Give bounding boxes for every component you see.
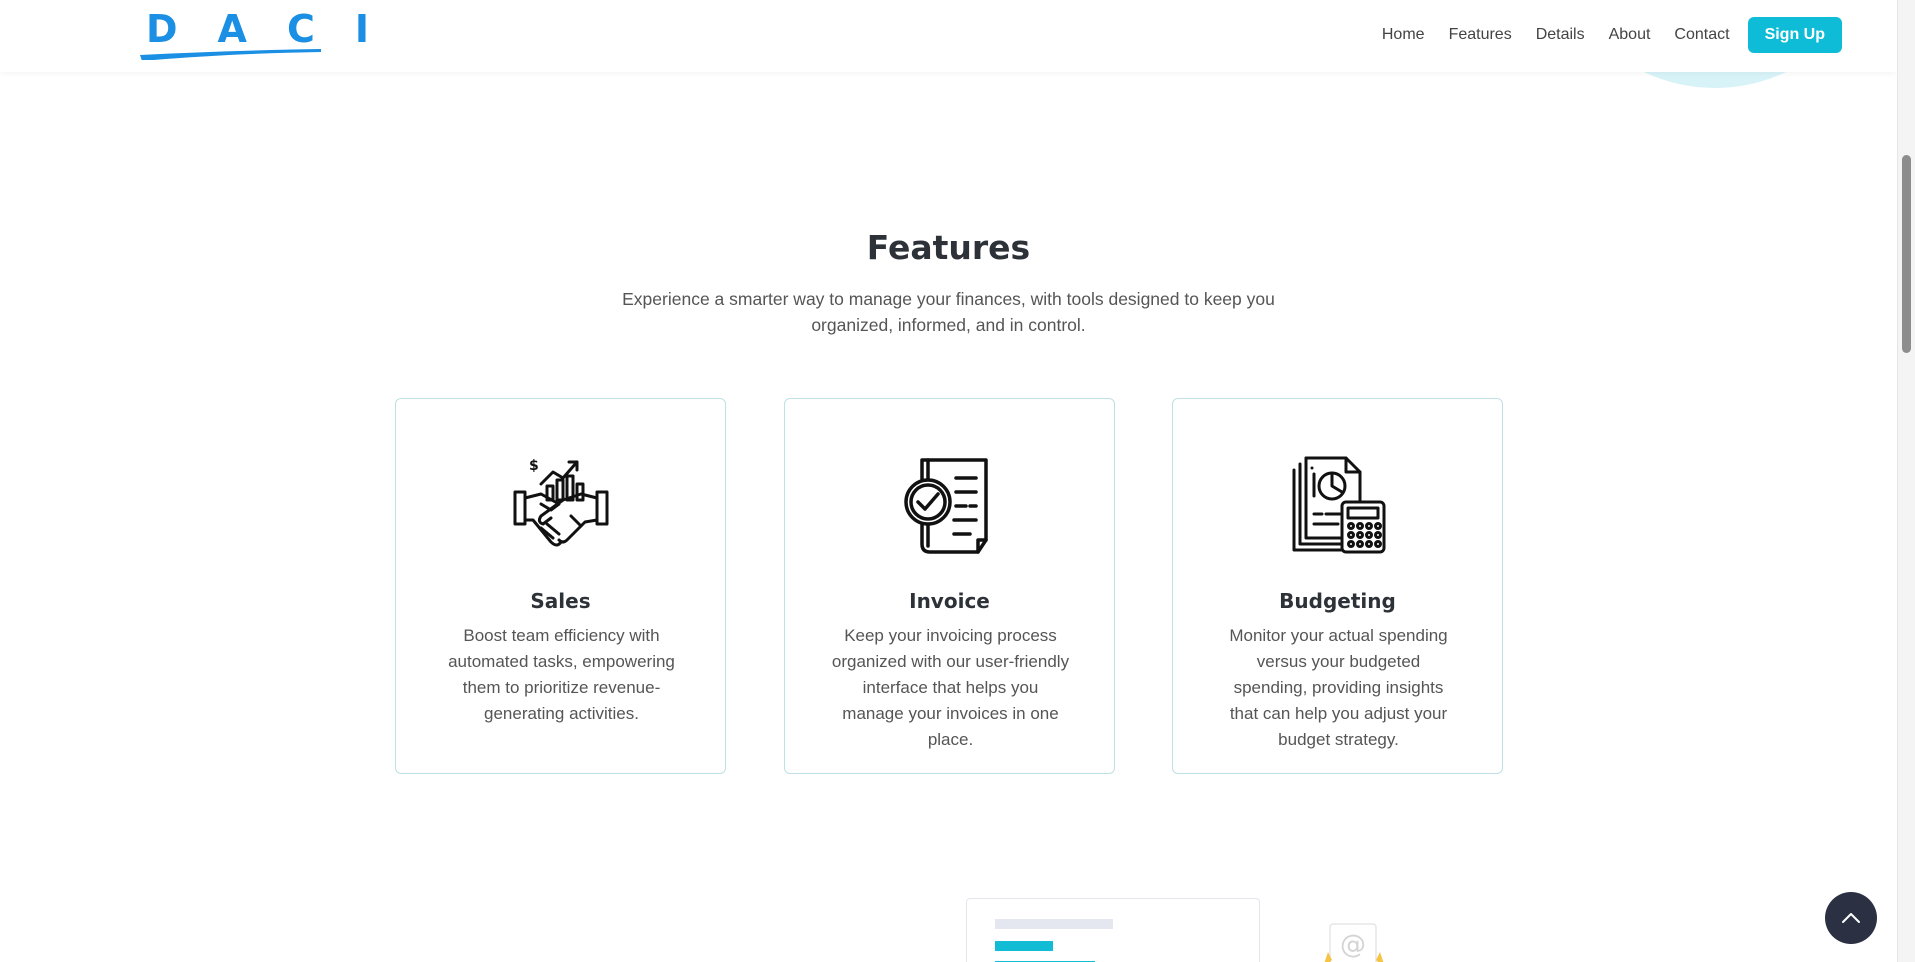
preview-placeholder-bar [995,919,1113,929]
chevron-up-icon [1842,913,1860,923]
preview-accent-bar [995,941,1053,951]
dashboard-preview-card [966,898,1260,962]
svg-text:@: @ [1340,930,1366,960]
nav-about[interactable]: About [1609,26,1651,44]
nav-features[interactable]: Features [1449,26,1512,44]
features-subtitle: Experience a smarter way to manage your … [622,289,1275,335]
feature-card-budgeting: Budgeting Monitor your actual spending v… [1172,398,1503,774]
card-title: Budgeting [1279,589,1396,613]
invoice-check-icon [904,458,988,554]
card-title: Invoice [909,589,990,613]
nav-contact[interactable]: Contact [1674,26,1729,44]
main-nav: Home Features Details About Contact Sign… [1358,17,1842,53]
svg-text:$: $ [529,458,539,474]
features-title: Features [866,228,1031,267]
card-text: Monitor your actual spending versus your… [1229,626,1448,749]
nav-home[interactable]: Home [1382,26,1425,44]
back-to-top-button[interactable] [1825,892,1877,944]
report-calculator-icon [1292,456,1386,554]
logo-underline-icon [140,49,321,60]
page-scrollbar[interactable] [1897,0,1915,962]
card-text: Boost team efficiency with automated tas… [448,626,675,723]
feature-card-sales: $ Sales Boost team efficiency with autom… [395,398,726,774]
scrollbar-thumb[interactable] [1902,155,1911,353]
email-at-icon: @ [1324,923,1384,962]
card-title: Sales [530,589,591,613]
nav-details[interactable]: Details [1536,26,1585,44]
card-text: Keep your invoicing process organized wi… [831,626,1070,749]
site-header: DACI Home Features Details About Contact… [0,0,1897,72]
sign-up-button[interactable]: Sign Up [1747,17,1842,53]
handshake-growth-icon: $ [513,458,609,547]
feature-card-invoice: Invoice Keep your invoicing process orga… [784,398,1115,774]
